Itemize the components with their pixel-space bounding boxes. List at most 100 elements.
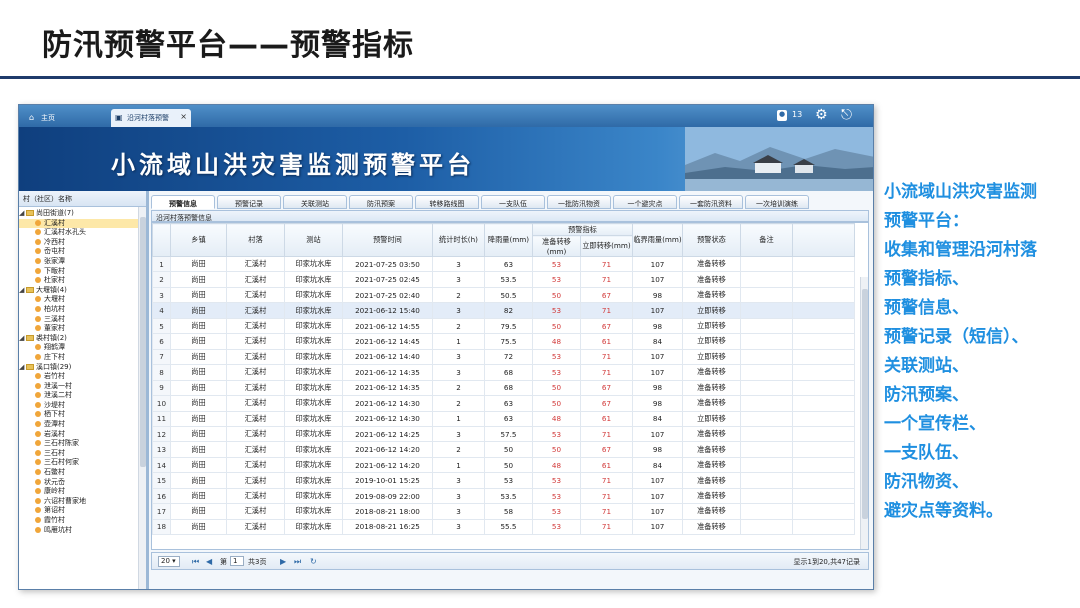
table-row[interactable]: 1 尚田 汇溪村 印家坑水库 2021-07-25 03:50 3 63 53 71 107 准备转… — [152, 255, 855, 273]
tree-item[interactable]: 三溪村 — [19, 315, 146, 325]
tree-group[interactable]: ◢ 裘村镇(2) — [19, 334, 146, 344]
tree-item[interactable]: 岩竹村 — [19, 372, 146, 382]
tree-item[interactable]: 石鳖村 — [19, 468, 146, 478]
last-page-icon[interactable]: ⏭ — [294, 557, 301, 567]
tree-item[interactable]: 康岭村 — [19, 487, 146, 497]
col-town[interactable]: 乡镇 — [170, 223, 227, 257]
col-village[interactable]: 村落 — [226, 223, 285, 257]
table-row[interactable]: 5 尚田 汇溪村 印家坑水库 2021-06-12 14:55 2 79.5 50 67 98 立即… — [152, 317, 855, 335]
cell-town: 尚田 — [170, 364, 227, 381]
expand-icon[interactable]: ◢ — [19, 334, 26, 344]
tree-item[interactable]: 泄溪二村 — [19, 391, 146, 401]
table-row[interactable]: 10 尚田 汇溪村 印家坑水库 2021-06-12 14:30 2 63 50 67 98 准备转… — [152, 395, 855, 412]
tree-item-label: 岙屯村 — [44, 247, 65, 256]
tree-item[interactable]: 翔鹤潭 — [19, 343, 146, 353]
tree-item[interactable]: 张家潭 — [19, 257, 146, 267]
table-row[interactable]: 7 尚田 汇溪村 印家坑水库 2021-06-12 14:40 3 72 53 71 107 立即转… — [152, 348, 855, 366]
expand-icon[interactable]: ◢ — [19, 363, 26, 373]
first-page-icon[interactable]: ⏮ — [192, 557, 199, 567]
table-row[interactable]: 11 尚田 汇溪村 印家坑水库 2021-06-12 14:30 1 63 48 61 84 立即转… — [152, 410, 855, 427]
table-row[interactable]: 8 尚田 汇溪村 印家坑水库 2021-06-12 14:35 3 68 53 71 107 准备转… — [152, 364, 855, 381]
subtab[interactable]: 一次培训演练 — [745, 195, 809, 209]
tree-scroll-thumb[interactable] — [140, 217, 146, 467]
table-scroll-thumb[interactable] — [862, 289, 868, 519]
subtab[interactable]: 一批防汛物资 — [547, 195, 611, 209]
table-row[interactable]: 15 尚田 汇溪村 印家坑水库 2019-10-01 15:25 3 53 53 71 107 准备… — [152, 472, 855, 489]
refresh-icon[interactable]: ↻ — [310, 557, 317, 566]
table-row[interactable]: 13 尚田 汇溪村 印家坑水库 2021-06-12 14:20 2 50 50 67 98 准备转… — [152, 441, 855, 458]
tree-item[interactable]: 栖下村 — [19, 410, 146, 420]
page-size-select[interactable]: 20 ▾ — [158, 556, 180, 567]
col-station[interactable]: 测站 — [284, 223, 343, 257]
tree-item[interactable]: 柏坑村 — [19, 305, 146, 315]
tree-item[interactable]: 岙屯村 — [19, 247, 146, 257]
table-row[interactable]: 16 尚田 汇溪村 印家坑水库 2019-08-09 22:00 3 53.5 53 71 107… — [152, 487, 855, 505]
tree-item[interactable]: 壶潭村 — [19, 420, 146, 430]
table-row[interactable]: 17 尚田 汇溪村 印家坑水库 2018-08-21 18:00 3 58 53 71 107 准备… — [152, 503, 855, 520]
col-prepare[interactable]: 准备转移(mm) — [532, 235, 581, 257]
col-status[interactable]: 预警状态 — [682, 223, 741, 257]
user-count: 13 — [792, 110, 803, 119]
tree-item[interactable]: 董家村 — [19, 324, 146, 334]
subtab[interactable]: 预警记录 — [217, 195, 281, 209]
col-duration[interactable]: 统计时长(h) — [432, 223, 485, 257]
gear-icon[interactable]: ⚙ — [815, 107, 828, 123]
user-icon[interactable]: ● — [777, 110, 787, 121]
tree-item[interactable]: 三石村陈家 — [19, 439, 146, 449]
page-number-input[interactable]: 1 — [230, 556, 244, 566]
subtab[interactable]: 转移路线图 — [415, 195, 479, 209]
table-row[interactable]: 4 尚田 汇溪村 印家坑水库 2021-06-12 15:40 3 82 53 71 107 立即转… — [152, 302, 855, 319]
tree-item[interactable]: 汇溪村 — [19, 218, 146, 229]
table-row[interactable]: 12 尚田 汇溪村 印家坑水库 2021-06-12 14:25 3 57.5 53 71 107… — [152, 425, 855, 443]
tree-item[interactable]: 沙堤村 — [19, 401, 146, 411]
tree-item[interactable]: 三石村 — [19, 449, 146, 459]
tree-item[interactable]: 杜家村 — [19, 276, 146, 286]
subtab[interactable]: 一支队伍 — [481, 195, 545, 209]
tree-item[interactable]: 汇溪村水孔头 — [19, 228, 146, 238]
col-time[interactable]: 预警时间 — [342, 223, 433, 257]
subtab[interactable]: 一个避灾点 — [613, 195, 677, 209]
tab-home[interactable]: ⌂ 主页 — [25, 109, 99, 127]
tree-item[interactable]: 三石村何家 — [19, 458, 146, 468]
tree-group[interactable]: ◢ 大堰镇(4) — [19, 286, 146, 296]
table-row[interactable]: 3 尚田 汇溪村 印家坑水库 2021-07-25 02:40 2 50.5 50 67 98 准备… — [152, 286, 855, 304]
cell-station: 印家坑水库 — [284, 364, 343, 381]
col-rainfall[interactable]: 降雨量(mm) — [484, 223, 533, 257]
tree-item[interactable]: 状元岙 — [19, 478, 146, 488]
tree-item[interactable]: 泄溪一村 — [19, 382, 146, 392]
tab-village-warning[interactable]: ▣ 沿河村落预警 × — [111, 109, 191, 127]
subtab[interactable]: 防汛预案 — [349, 195, 413, 209]
prev-page-icon[interactable]: ◀ — [206, 557, 212, 566]
tree-group[interactable]: ◢ 溪口镇(29) — [19, 363, 146, 373]
table-row[interactable]: 18 尚田 汇溪村 印家坑水库 2018-08-21 16:25 3 55.5 53 71 107… — [152, 518, 855, 536]
logout-icon[interactable]: ⎋ — [841, 107, 852, 123]
tree-item[interactable]: 庄下村 — [19, 353, 146, 363]
table-row[interactable]: 14 尚田 汇溪村 印家坑水库 2021-06-12 14:20 1 50 48 61 84 准备转… — [152, 456, 855, 474]
expand-icon[interactable]: ◢ — [19, 286, 26, 296]
close-icon[interactable]: × — [180, 112, 187, 121]
subtab[interactable]: 一套防汛资料 — [679, 195, 743, 209]
tree-item[interactable]: 霞竹村 — [19, 516, 146, 526]
subtab[interactable]: 预警信息 — [151, 195, 215, 209]
cell-prep: 53 — [532, 472, 581, 489]
table-row[interactable]: 6 尚田 汇溪村 印家坑水库 2021-06-12 14:45 1 75.5 48 61 84 立即… — [152, 333, 855, 350]
tree-item[interactable]: 岩溪村 — [19, 430, 146, 440]
next-page-icon[interactable]: ▶ — [280, 557, 286, 566]
table-scrollbar[interactable] — [860, 277, 868, 549]
col-critical[interactable]: 临界雨量(mm) — [632, 223, 683, 257]
table-row[interactable]: 9 尚田 汇溪村 印家坑水库 2021-06-12 14:35 2 68 50 67 98 准备转移 — [152, 379, 855, 397]
tree-item[interactable]: 大堰村 — [19, 295, 146, 305]
tree-item[interactable]: 冷西村 — [19, 238, 146, 248]
tree-item[interactable]: 第诏村 — [19, 506, 146, 516]
col-immediate[interactable]: 立即转移(mm) — [580, 235, 633, 257]
table-row[interactable]: 2 尚田 汇溪村 印家坑水库 2021-07-25 02:45 3 53.5 53 71 107 准… — [152, 271, 855, 288]
tree-group[interactable]: ◢ 尚田街道(7) — [19, 209, 146, 219]
subtab[interactable]: 关联测站 — [283, 195, 347, 209]
cell-rain: 58 — [484, 503, 533, 520]
expand-icon[interactable]: ◢ — [19, 209, 26, 219]
tree-item[interactable]: 六诏村曹家地 — [19, 497, 146, 507]
tree-item[interactable]: 下畈村 — [19, 267, 146, 277]
tree-item[interactable]: 鸣雁坑村 — [19, 526, 146, 536]
col-note[interactable]: 备注 — [740, 223, 793, 257]
tree-scrollbar[interactable] — [138, 207, 146, 589]
